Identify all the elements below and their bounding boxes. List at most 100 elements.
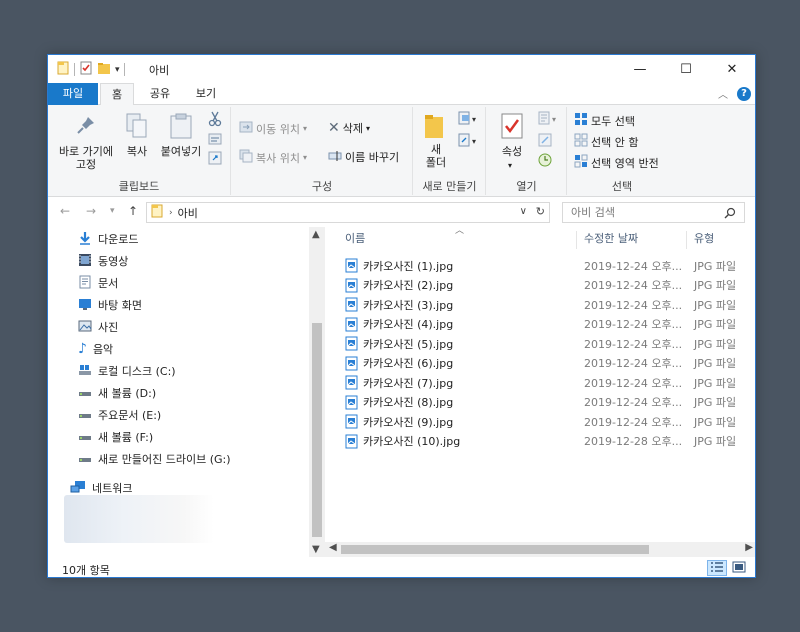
maximize-button[interactable]: ☐ xyxy=(663,55,709,83)
properties-icon[interactable] xyxy=(79,61,93,78)
file-row[interactable]: 카카오사진 (9).jpg 2019-12-24 오후... JPG 파일 xyxy=(345,412,755,431)
file-name[interactable]: 카카오사진 (5).jpg xyxy=(363,336,453,352)
file-name[interactable]: 카카오사진 (10).jpg xyxy=(363,433,460,449)
paste-shortcut-icon[interactable] xyxy=(208,151,222,168)
move-to-button[interactable]: 이동 위치 ▾ xyxy=(239,120,307,137)
large-icons-view-icon xyxy=(732,561,746,576)
drive-icon xyxy=(78,385,92,402)
scroll-right-icon[interactable]: ▶ xyxy=(745,542,753,553)
file-row[interactable]: 카카오사진 (6).jpg 2019-12-24 오후... JPG 파일 xyxy=(345,354,755,373)
file-name[interactable]: 카카오사진 (6).jpg xyxy=(363,355,453,371)
pin-quick-access-button[interactable]: 바로 가기에 고정 xyxy=(52,145,120,171)
rename-button[interactable]: 이름 바꾸기 xyxy=(328,149,399,165)
select-all-button[interactable]: 모두 선택 xyxy=(574,112,635,129)
column-header-date[interactable]: 수정한 날짜 xyxy=(584,227,638,251)
column-header-type[interactable]: 유형 xyxy=(694,227,714,251)
tab-share[interactable]: 공유 xyxy=(142,83,178,105)
breadcrumb-current[interactable]: 아비 xyxy=(178,205,198,221)
collapse-ribbon-icon[interactable]: ︿ xyxy=(718,86,728,101)
nav-item-new-drive-g[interactable]: 새로 만들어진 드라이브 (G:) xyxy=(78,449,231,469)
tab-view[interactable]: 보기 xyxy=(189,83,223,105)
file-name[interactable]: 카카오사진 (4).jpg xyxy=(363,316,453,332)
cut-icon[interactable] xyxy=(208,111,222,130)
network-icon xyxy=(70,480,86,497)
column-header-name[interactable]: 이름 xyxy=(345,227,365,251)
file-name[interactable]: 카카오사진 (8).jpg xyxy=(363,394,453,410)
nav-item-desktop[interactable]: 바탕 화면 xyxy=(78,295,142,315)
minimize-button[interactable]: — xyxy=(617,55,663,83)
nav-item-videos[interactable]: 동영상 xyxy=(78,251,128,271)
properties-large-icon xyxy=(501,113,523,142)
file-row[interactable]: 카카오사진 (7).jpg 2019-12-24 오후... JPG 파일 xyxy=(345,373,755,392)
tab-file[interactable]: 파일 xyxy=(48,83,98,105)
scroll-down-icon[interactable]: ▼ xyxy=(312,544,320,555)
open-icon[interactable]: ▾ xyxy=(538,111,560,128)
file-name[interactable]: 카카오사진 (9).jpg xyxy=(363,414,453,430)
nav-vertical-scrollbar[interactable]: ▲ ▼ xyxy=(309,227,325,557)
address-row: ← → ▾ ↑ › 아비 ∨ ↻ 아비 검색 xyxy=(48,197,755,227)
large-icons-view-button[interactable] xyxy=(729,560,749,576)
breadcrumb-separator-icon[interactable]: › xyxy=(169,208,173,218)
refresh-icon[interactable]: ↻ xyxy=(536,205,545,218)
file-name[interactable]: 카카오사진 (7).jpg xyxy=(363,375,453,391)
file-name[interactable]: 카카오사진 (3).jpg xyxy=(363,297,453,313)
delete-button[interactable]: ✕ 삭제 ▾ xyxy=(328,120,370,136)
nav-item-local-disk-c[interactable]: 로컬 디스크 (C:) xyxy=(78,361,176,381)
file-row[interactable]: 카카오사진 (8).jpg 2019-12-24 오후... JPG 파일 xyxy=(345,393,755,412)
tab-home[interactable]: 홈 xyxy=(100,83,134,106)
file-row[interactable]: 카카오사진 (4).jpg 2019-12-24 오후... JPG 파일 xyxy=(345,315,755,335)
delete-label: 삭제 xyxy=(342,122,363,135)
help-icon[interactable]: ? xyxy=(737,86,751,101)
jpg-file-icon xyxy=(345,297,358,315)
file-row[interactable]: 카카오사진 (1).jpg 2019-12-24 오후... JPG 파일 xyxy=(345,256,755,275)
search-icon[interactable] xyxy=(724,206,736,225)
column-separator[interactable] xyxy=(576,231,577,249)
customize-dropdown-icon[interactable]: ▾ xyxy=(115,65,120,75)
invert-selection-button[interactable]: 선택 영역 반전 xyxy=(574,154,659,171)
nav-item-music[interactable]: ♪ 음악 xyxy=(78,339,113,359)
new-folder-icon[interactable] xyxy=(97,61,111,78)
file-name[interactable]: 카카오사진 (2).jpg xyxy=(363,277,453,293)
back-arrow-icon[interactable]: ← xyxy=(60,204,70,218)
file-horizontal-scrollbar[interactable]: ◀ ▶ xyxy=(325,542,755,557)
file-row[interactable]: 카카오사진 (5).jpg 2019-12-24 오후... JPG 파일 xyxy=(345,334,755,353)
nav-item-volume-f[interactable]: 새 볼륨 (F:) xyxy=(78,427,153,447)
nav-item-volume-d[interactable]: 새 볼륨 (D:) xyxy=(78,383,156,403)
details-view-button[interactable] xyxy=(707,560,727,576)
scroll-thumb[interactable] xyxy=(341,545,649,554)
easy-access-icon[interactable]: ▾ xyxy=(458,133,480,150)
copy-button[interactable]: 복사 xyxy=(120,145,154,158)
column-separator[interactable] xyxy=(686,231,687,249)
address-history-dropdown-icon[interactable]: ∨ xyxy=(520,206,527,217)
search-input[interactable]: 아비 검색 xyxy=(562,202,745,223)
nav-item-pictures[interactable]: 사진 xyxy=(78,317,118,337)
close-button[interactable]: ✕ xyxy=(709,55,755,83)
nav-item-downloads[interactable]: 다운로드 xyxy=(78,229,138,249)
history-icon[interactable] xyxy=(538,153,552,170)
forward-arrow-icon[interactable]: → xyxy=(86,204,96,218)
file-name[interactable]: 카카오사진 (1).jpg xyxy=(363,258,453,274)
copy-path-icon[interactable] xyxy=(208,133,222,148)
jpg-file-icon xyxy=(345,317,358,335)
nav-item-main-docs-e[interactable]: 주요문서 (E:) xyxy=(78,405,161,425)
copy-to-button[interactable]: 복사 위치 ▾ xyxy=(239,149,307,166)
properties-button[interactable]: 속성 xyxy=(493,145,531,158)
paste-button[interactable]: 붙여넣기 xyxy=(156,145,206,158)
recent-dropdown-icon[interactable]: ▾ xyxy=(110,206,115,216)
new-item-icon[interactable]: ▾ xyxy=(458,111,480,128)
address-bar[interactable]: › 아비 ∨ ↻ xyxy=(146,202,550,223)
select-none-button[interactable]: 선택 안 함 xyxy=(574,133,638,150)
scroll-up-icon[interactable]: ▲ xyxy=(312,229,320,240)
chevron-down-icon[interactable]: ▾ xyxy=(508,161,512,170)
file-row[interactable]: 카카오사진 (2).jpg 2019-12-24 오후... JPG 파일 xyxy=(345,276,755,295)
nav-item-documents[interactable]: 문서 xyxy=(78,273,118,293)
paste-icon xyxy=(170,113,192,142)
new-folder-button[interactable]: 새 폴더 xyxy=(416,143,456,169)
edit-icon[interactable] xyxy=(538,133,552,150)
file-row[interactable]: 카카오사진 (3).jpg 2019-12-24 오후... JPG 파일 xyxy=(345,295,755,315)
file-row[interactable]: 카카오사진 (10).jpg 2019-12-28 오후... JPG 파일 xyxy=(345,432,755,451)
scroll-left-icon[interactable]: ◀ xyxy=(329,542,337,553)
up-arrow-icon[interactable]: ↑ xyxy=(128,204,138,218)
scroll-thumb[interactable] xyxy=(312,323,322,537)
open-group: 속성 ▾ ▾ 열기 xyxy=(487,107,567,195)
